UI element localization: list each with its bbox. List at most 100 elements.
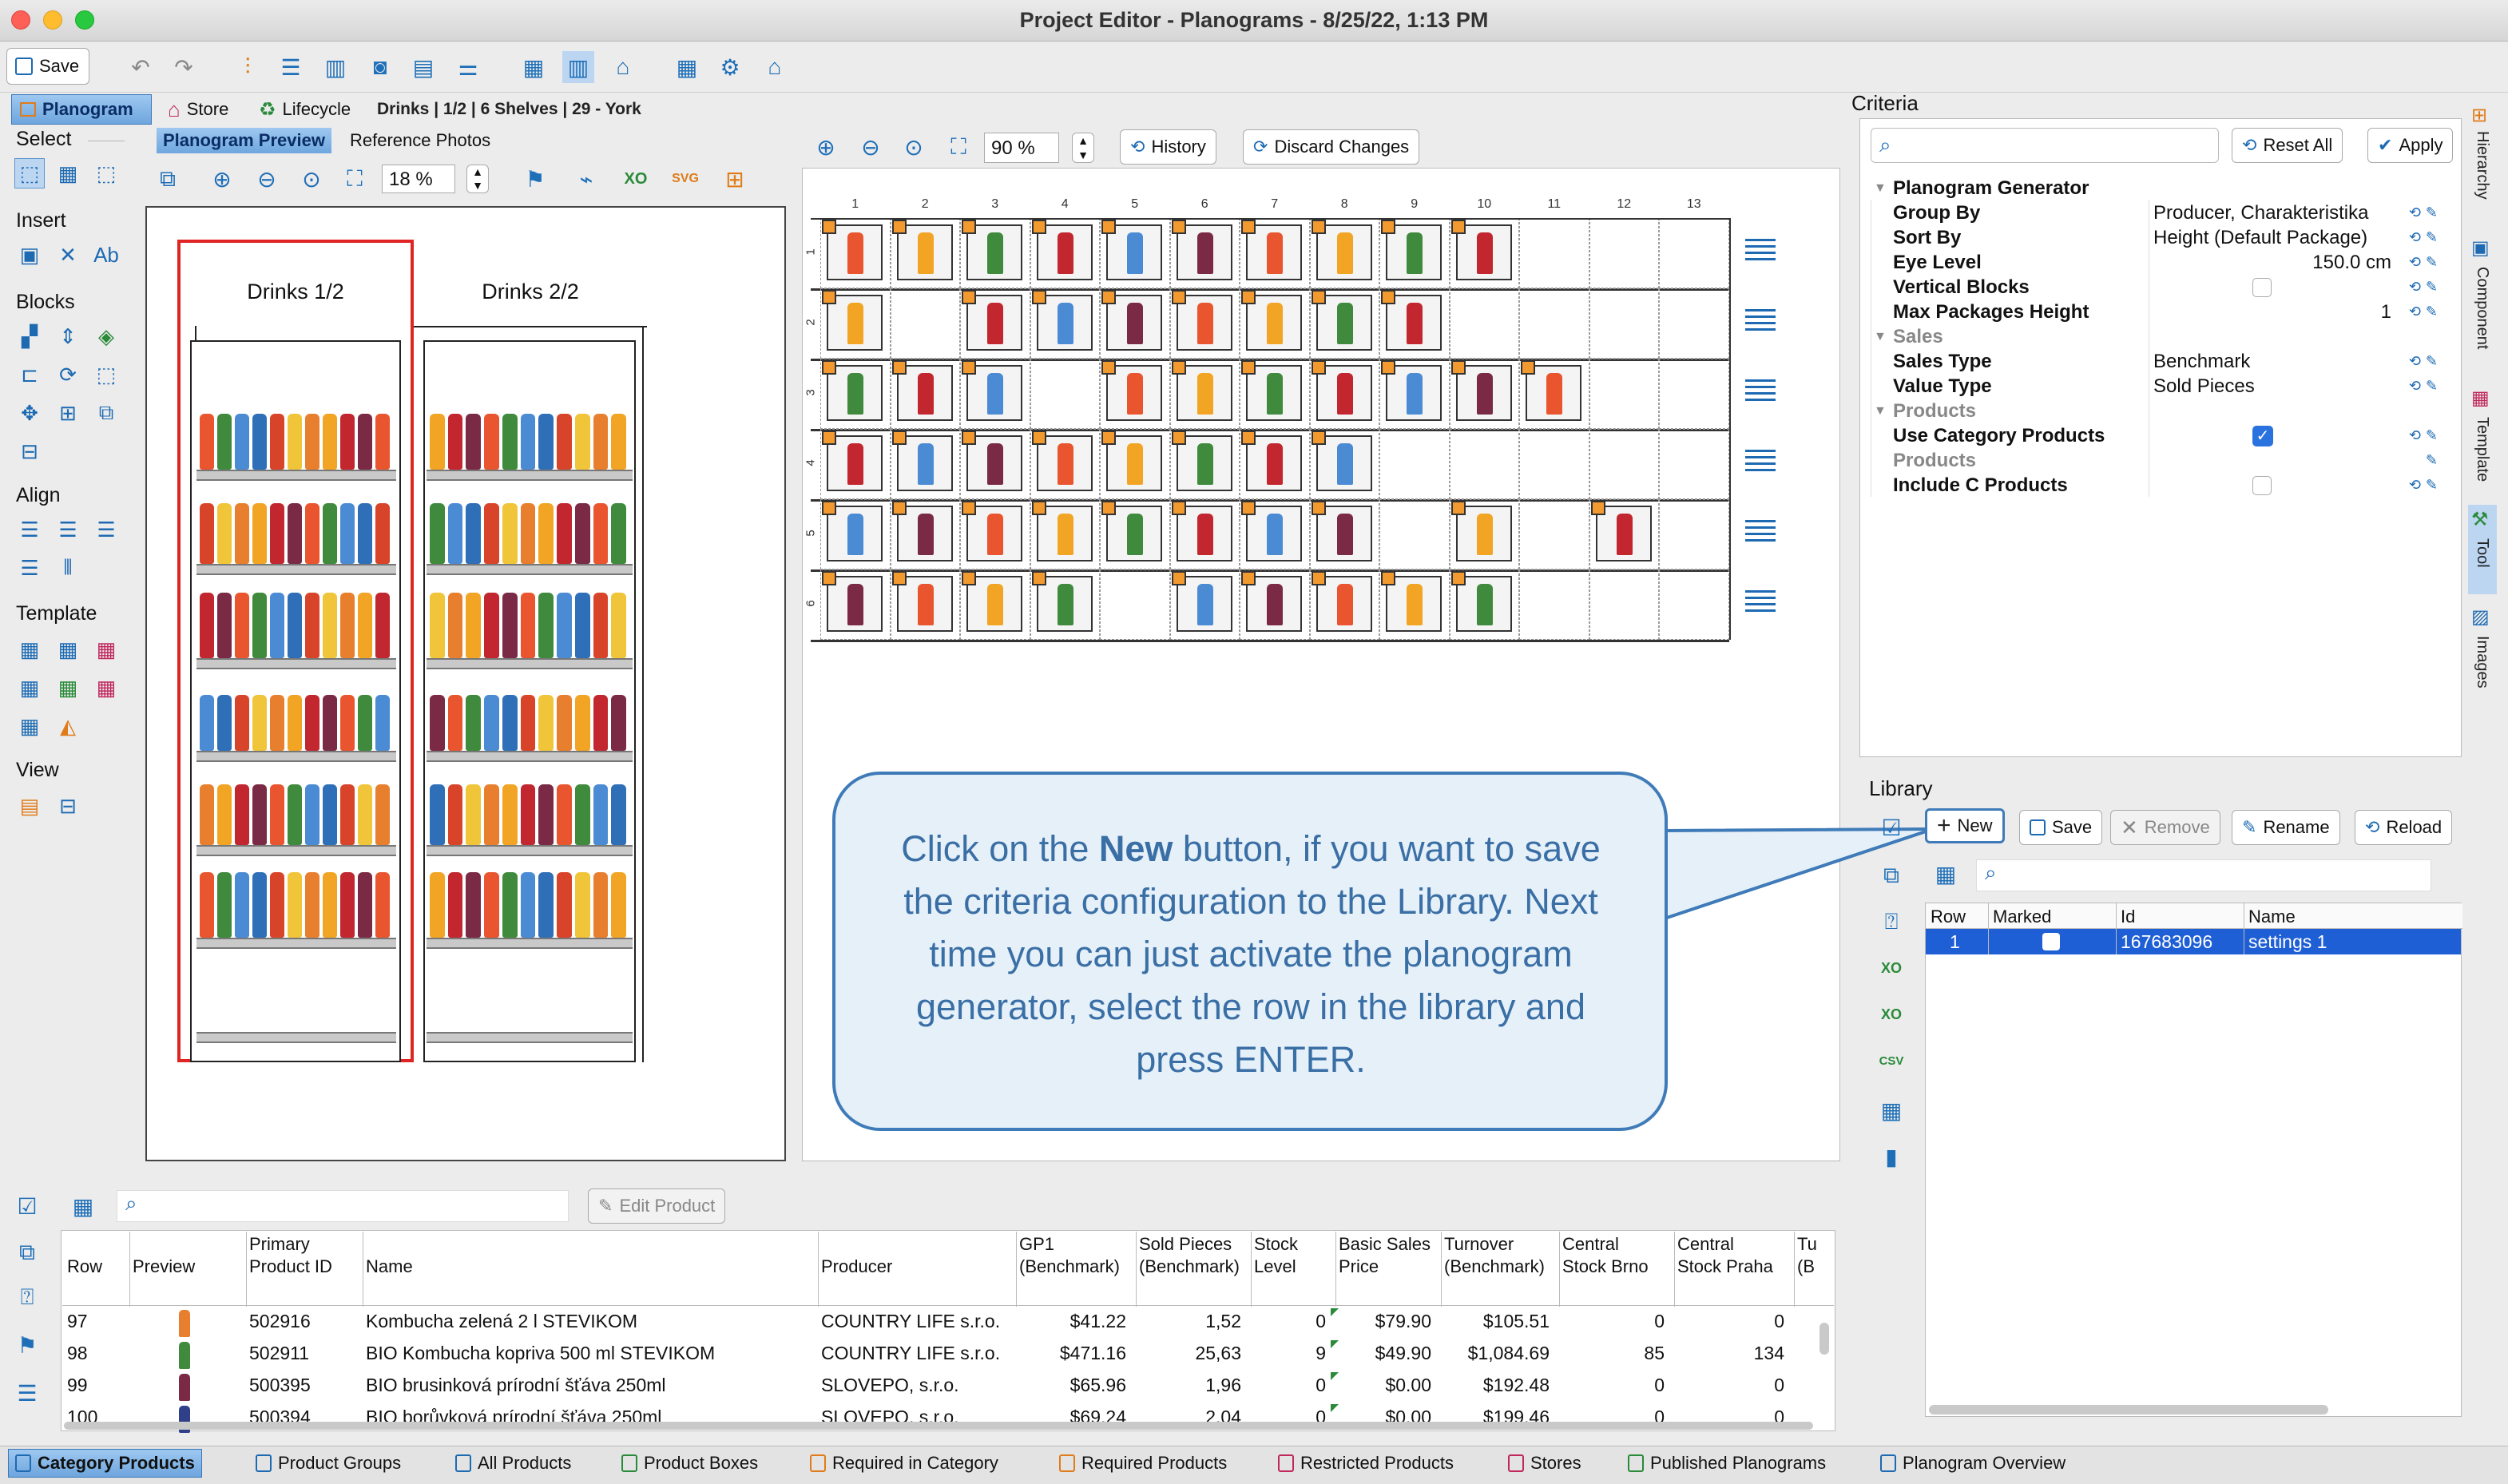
product-facing[interactable] bbox=[288, 414, 302, 470]
grid-cell[interactable] bbox=[1379, 499, 1450, 569]
apply-button[interactable]: ✔ Apply bbox=[2367, 128, 2454, 163]
product-marker[interactable] bbox=[822, 501, 836, 515]
product-facing[interactable] bbox=[200, 414, 214, 470]
row-reset-icon[interactable]: ⟲✎ bbox=[2409, 353, 2443, 370]
products-column-header[interactable]: Primary Product ID bbox=[249, 1233, 332, 1278]
product-marker[interactable] bbox=[1171, 571, 1186, 585]
status-tab[interactable]: Restricted Products bbox=[1272, 1449, 1460, 1478]
library-scrollbar[interactable] bbox=[1929, 1405, 2328, 1415]
grid-cell[interactable] bbox=[1659, 429, 1729, 499]
product-marker[interactable] bbox=[962, 290, 976, 304]
criteria-row-value-type[interactable]: Value Type Sold Pieces ⟲✎ bbox=[1869, 374, 2455, 399]
product-facing[interactable] bbox=[375, 872, 390, 938]
product-facing[interactable] bbox=[200, 503, 214, 564]
zoom-fit-icon[interactable]: ⊙ bbox=[296, 163, 327, 195]
product-facing[interactable] bbox=[235, 414, 249, 470]
product-facing[interactable] bbox=[270, 593, 284, 658]
products-column-header[interactable]: Stock Level bbox=[1254, 1233, 1298, 1278]
product-facing[interactable] bbox=[574, 414, 590, 470]
lib-copy-icon[interactable]: ⧉ bbox=[1875, 859, 1907, 891]
align-columns-icon[interactable]: ⦀ bbox=[53, 553, 83, 583]
product-marker[interactable] bbox=[962, 220, 976, 234]
product-facing[interactable] bbox=[593, 695, 609, 751]
lib-check-icon[interactable]: ☑ bbox=[1875, 811, 1907, 843]
product-facing[interactable] bbox=[288, 695, 302, 751]
align-center-icon[interactable]: ☰ bbox=[53, 514, 83, 545]
tab-store[interactable]: ⌂ Store bbox=[160, 94, 236, 125]
grid-cell[interactable] bbox=[1589, 569, 1659, 640]
camera-icon[interactable]: ◙ bbox=[364, 51, 396, 83]
product-marker[interactable] bbox=[1031, 290, 1046, 304]
grid-cell[interactable] bbox=[1659, 569, 1729, 640]
product-marker[interactable] bbox=[1381, 360, 1395, 375]
lib-xo2-icon[interactable]: XO bbox=[1875, 998, 1907, 1030]
export-icon[interactable]: ⧉ bbox=[152, 163, 184, 195]
history-button[interactable]: ⟲ History bbox=[1120, 129, 1216, 165]
grid-cell[interactable] bbox=[1659, 218, 1729, 288]
grid-zoom-fit-icon[interactable]: ⊙ bbox=[898, 131, 930, 163]
grid-cell[interactable] bbox=[1519, 288, 1589, 359]
product-marker[interactable] bbox=[1590, 501, 1605, 515]
product-facing[interactable] bbox=[235, 872, 249, 938]
side-tab-template[interactable]: Template bbox=[2473, 417, 2491, 482]
product-facing[interactable] bbox=[611, 784, 626, 845]
product-facing[interactable] bbox=[323, 872, 337, 938]
product-facing[interactable] bbox=[252, 414, 267, 470]
shelf-menu-icon[interactable] bbox=[1744, 379, 1776, 405]
product-facing[interactable] bbox=[200, 872, 214, 938]
product-facing[interactable] bbox=[270, 414, 284, 470]
status-tab[interactable]: Required in Category bbox=[804, 1449, 1005, 1478]
product-facing[interactable] bbox=[270, 872, 284, 938]
product-facing[interactable] bbox=[340, 784, 355, 845]
hierarchy-icon[interactable]: ⚌ bbox=[452, 51, 484, 83]
criteria-row-sales-type[interactable]: Sales Type Benchmark ⟲✎ bbox=[1869, 349, 2455, 374]
shelf-menu-icon[interactable] bbox=[1744, 590, 1776, 616]
product-facing[interactable] bbox=[430, 784, 445, 845]
grid-cell[interactable] bbox=[1379, 429, 1450, 499]
row-reset-icon[interactable]: ⟲✎ bbox=[2409, 427, 2443, 444]
product-facing[interactable] bbox=[611, 872, 626, 938]
insert-shelf-icon[interactable]: ▣ bbox=[14, 240, 45, 270]
align-right-icon[interactable]: ☰ bbox=[91, 514, 121, 545]
product-facing[interactable] bbox=[217, 695, 232, 751]
tab-lifecycle[interactable]: ♻ Lifecycle bbox=[251, 94, 359, 125]
grid-cell[interactable] bbox=[1659, 499, 1729, 569]
product-facing[interactable] bbox=[340, 503, 355, 564]
product-facing[interactable] bbox=[305, 593, 319, 658]
planogram-preview-canvas[interactable]: Drinks 1/2 Drinks 2/2 bbox=[145, 206, 786, 1161]
shelf-menu-icon[interactable] bbox=[1744, 309, 1776, 335]
product-facing[interactable] bbox=[538, 503, 554, 564]
bottom-check-icon[interactable]: ☑ bbox=[11, 1190, 43, 1222]
product-facing[interactable] bbox=[358, 695, 372, 751]
product-marker[interactable] bbox=[1450, 220, 1466, 234]
product-facing[interactable] bbox=[252, 593, 267, 658]
product-facing[interactable] bbox=[430, 593, 445, 658]
block-cycle-icon[interactable]: ⟳ bbox=[53, 359, 83, 390]
grid-settings-icon[interactable]: ⚙ bbox=[714, 51, 746, 83]
products-column-header[interactable]: Row bbox=[67, 1256, 102, 1278]
product-facing[interactable] bbox=[538, 695, 554, 751]
lib-csv-icon[interactable]: CSV bbox=[1875, 1045, 1907, 1077]
grid-cell[interactable] bbox=[1589, 429, 1659, 499]
products-column-header[interactable]: Producer bbox=[821, 1256, 892, 1278]
product-marker[interactable] bbox=[822, 431, 836, 445]
block-split-icon[interactable]: ⊏ bbox=[14, 359, 45, 390]
arrange-icon[interactable]: ⊞ bbox=[719, 163, 751, 195]
shelf-menu-icon[interactable] bbox=[1744, 239, 1776, 264]
product-facing[interactable] bbox=[358, 872, 372, 938]
product-facing[interactable] bbox=[484, 695, 499, 751]
grid-cell[interactable] bbox=[1519, 499, 1589, 569]
block-move-icon[interactable]: ✥ bbox=[14, 398, 45, 428]
shelf-menu-icon[interactable] bbox=[1744, 450, 1776, 475]
grid-fit-page-icon[interactable]: ⛶ bbox=[942, 131, 974, 163]
product-facing[interactable] bbox=[466, 503, 482, 564]
row-reset-icon[interactable]: ⟲✎ bbox=[2409, 204, 2443, 221]
product-marker[interactable] bbox=[1031, 501, 1046, 515]
product-facing[interactable] bbox=[520, 784, 536, 845]
product-facing[interactable] bbox=[593, 503, 609, 564]
product-marker[interactable] bbox=[1521, 360, 1535, 375]
product-facing[interactable] bbox=[235, 784, 249, 845]
product-marker[interactable] bbox=[891, 220, 907, 234]
product-marker[interactable] bbox=[1311, 360, 1326, 375]
product-marker[interactable] bbox=[1241, 571, 1256, 585]
